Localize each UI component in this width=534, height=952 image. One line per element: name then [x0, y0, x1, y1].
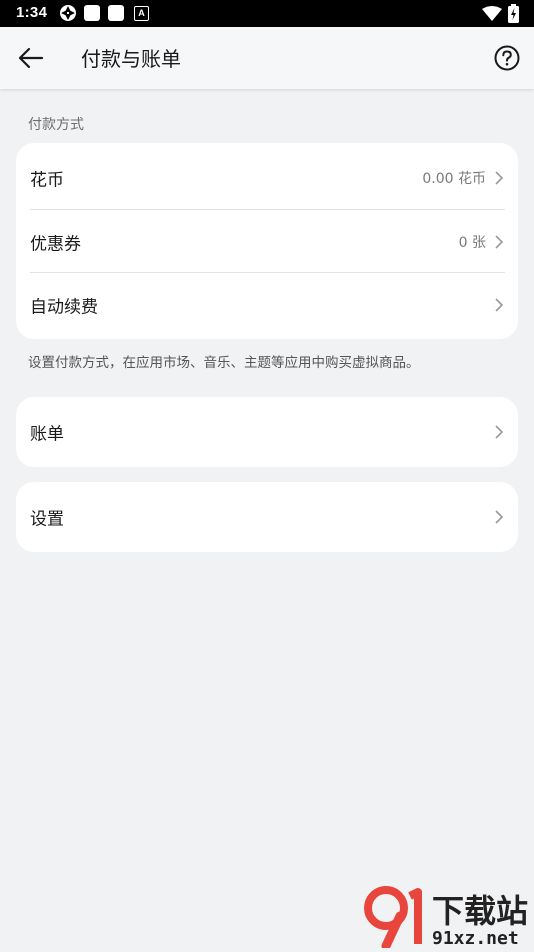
payment-methods-note: 设置付款方式，在应用市场、音乐、主题等应用中购买虚拟商品。 — [28, 355, 420, 371]
list-item-bills[interactable]: 账单 — [16, 400, 518, 463]
wifi-icon — [482, 6, 502, 21]
notification-square-icon — [108, 5, 124, 21]
watermark-graphic: 下载站 91xz.net — [364, 886, 528, 951]
chevron-right-icon — [495, 297, 504, 312]
chevron-right-icon — [495, 234, 504, 249]
list-item-label: 花币 — [30, 170, 64, 190]
status-time: 1:34 — [16, 4, 48, 21]
settings-card: 设置 — [16, 482, 518, 552]
site-watermark-logo: 下载站 91xz.net — [362, 886, 534, 951]
payment-methods-card: 花币 0.00 花币 优惠券 0 张 自动续费 — [16, 143, 518, 339]
text-a-icon: A — [134, 6, 149, 21]
app-bar: 付款与账单 — [0, 27, 534, 89]
chevron-right-icon — [495, 424, 504, 439]
question-circle-icon[interactable] — [492, 43, 522, 73]
notification-square-icon — [84, 5, 100, 21]
list-item-label: 优惠券 — [30, 234, 81, 254]
list-item-auto-renewal[interactable]: 自动续费 — [16, 273, 518, 336]
list-item-label: 自动续费 — [30, 297, 98, 317]
arrow-left-icon[interactable] — [14, 42, 48, 74]
list-item-coupons[interactable]: 优惠券 0 张 — [16, 210, 518, 273]
status-bar: 1:34 A — [0, 0, 534, 27]
camera-aperture-icon — [60, 5, 76, 21]
page-title: 付款与账单 — [81, 47, 181, 71]
list-item-huabi[interactable]: 花币 0.00 花币 — [16, 146, 518, 209]
huabi-balance: 0.00 花币 — [422, 170, 486, 187]
watermark-text-top: 下载站 — [432, 892, 528, 930]
list-item-label: 账单 — [30, 424, 64, 444]
list-item-label: 设置 — [30, 509, 64, 529]
coupon-count: 0 张 — [458, 234, 486, 251]
watermark-text-bottom: 91xz.net — [432, 928, 519, 948]
section-label-payment-methods: 付款方式 — [28, 117, 84, 133]
list-item-settings[interactable]: 设置 — [16, 485, 518, 548]
chevron-right-icon — [495, 509, 504, 524]
battery-charging-icon — [508, 4, 519, 23]
bills-card: 账单 — [16, 397, 518, 467]
chevron-right-icon — [495, 170, 504, 185]
